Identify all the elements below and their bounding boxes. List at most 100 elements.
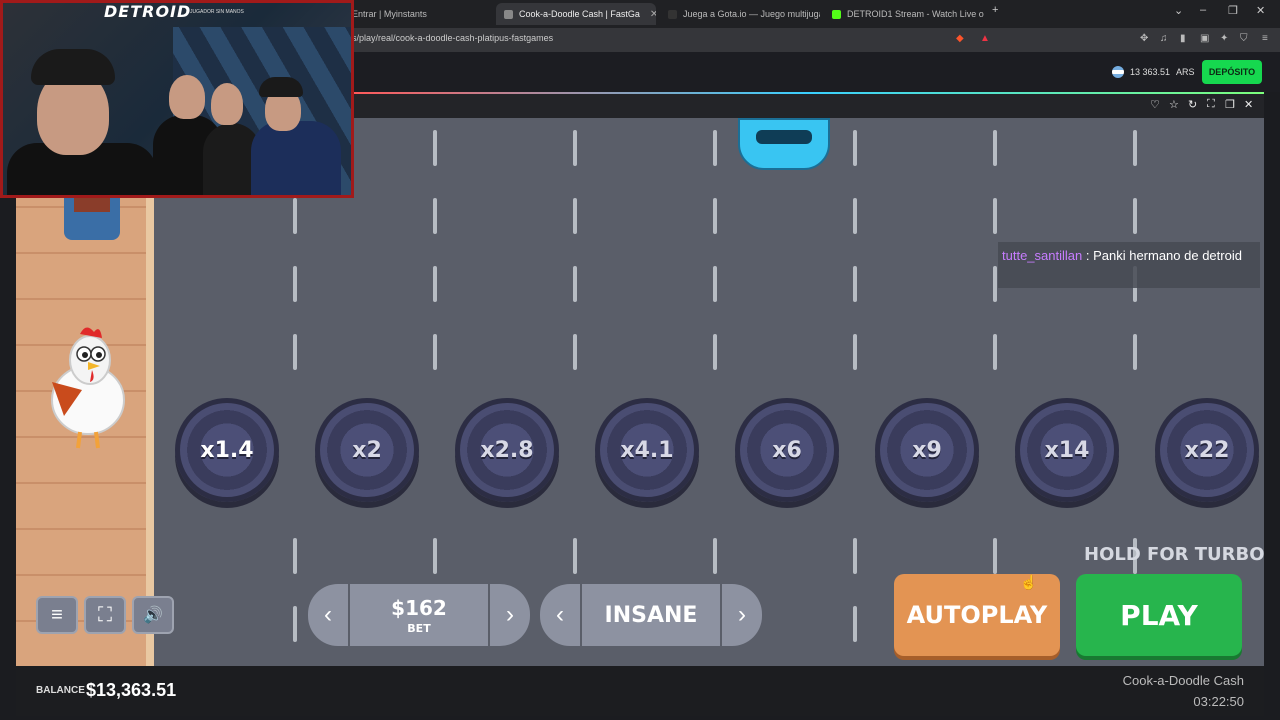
lane-dash bbox=[713, 266, 717, 302]
tab-kick[interactable]: DETROID1 Stream - Watch Live on Ki bbox=[824, 3, 984, 25]
star-icon[interactable]: ☆ bbox=[1169, 98, 1179, 111]
lane-dash bbox=[293, 334, 297, 370]
header-balance[interactable]: 13 363.51 ARS bbox=[1112, 66, 1195, 78]
lane-dash bbox=[293, 606, 297, 642]
sound-button[interactable]: 🔊 bbox=[132, 596, 174, 634]
manhole-multiplier: x6 bbox=[735, 398, 839, 502]
bet-label: BET bbox=[407, 621, 431, 635]
lane-dash bbox=[433, 334, 437, 370]
url-text[interactable]: s/play/real/cook-a-doodle-cash-platipus-… bbox=[352, 33, 553, 43]
lane-dash bbox=[993, 334, 997, 370]
chicken-sprite bbox=[51, 327, 125, 449]
lane-dash bbox=[573, 334, 577, 370]
car-sprite bbox=[738, 118, 830, 170]
favorite-heart-icon[interactable]: ♡ bbox=[1150, 98, 1160, 111]
lane-dash bbox=[433, 538, 437, 574]
vpn-icon[interactable]: ⛉ bbox=[1240, 33, 1248, 44]
sidebar-icon[interactable]: ▮ bbox=[1180, 33, 1186, 44]
person-face bbox=[211, 83, 243, 125]
brave-shield-icon[interactable]: ◆ bbox=[956, 33, 964, 44]
lane-dash bbox=[433, 198, 437, 234]
fullscreen-button[interactable]: ⛶ bbox=[84, 596, 126, 634]
lane-dash bbox=[993, 538, 997, 574]
lane-dash bbox=[993, 198, 997, 234]
close-window-icon[interactable]: ✕ bbox=[1256, 4, 1265, 17]
popout-icon[interactable]: ❐ bbox=[1225, 98, 1235, 111]
hold-for-turbo-hint: HOLD FOR TURBO bbox=[1084, 544, 1265, 565]
person-body bbox=[251, 121, 341, 195]
manhole-multiplier: x22 bbox=[1155, 398, 1259, 502]
tab-gota[interactable]: Juega a Gota.io — Juego multijugad bbox=[660, 3, 820, 25]
menu-button[interactable]: ≡ bbox=[36, 596, 78, 634]
balance-value: $13,363.51 bbox=[86, 680, 177, 700]
person-cap bbox=[259, 77, 303, 97]
play-button[interactable]: PLAY bbox=[1076, 574, 1242, 656]
multiplier-label: x1.4 bbox=[200, 437, 254, 463]
fullscreen-icon[interactable]: ⛶ bbox=[1207, 98, 1215, 111]
game-footer bbox=[16, 666, 1264, 716]
close-tab-icon[interactable]: ✕ bbox=[650, 9, 656, 20]
close-game-icon[interactable]: ✕ bbox=[1244, 98, 1253, 111]
header-balance-value: 13 363.51 bbox=[1130, 67, 1171, 77]
manhole-multiplier: x1.4 bbox=[175, 398, 279, 502]
tab-favicon-icon bbox=[504, 9, 513, 19]
lane-dash bbox=[853, 538, 857, 574]
mouse-cursor-icon: ☝ bbox=[1020, 574, 1038, 590]
rewards-icon[interactable]: ▲ bbox=[980, 33, 990, 44]
lane-dash bbox=[433, 130, 437, 166]
lane-dash bbox=[853, 334, 857, 370]
lane-dash bbox=[573, 130, 577, 166]
tab-favicon-icon bbox=[668, 9, 677, 19]
manhole-multiplier: x2.8 bbox=[455, 398, 559, 502]
multiplier-label: x2.8 bbox=[480, 437, 534, 463]
minimize-icon[interactable]: – bbox=[1200, 4, 1206, 16]
person-cap bbox=[31, 49, 115, 85]
extensions-icon[interactable]: ✥ bbox=[1140, 33, 1148, 44]
storefront-decoration bbox=[64, 196, 120, 240]
deposit-button[interactable]: DEPÓSITO bbox=[1202, 60, 1262, 84]
lane-dash bbox=[293, 198, 297, 234]
lane-dash bbox=[1133, 130, 1137, 166]
lane-dash bbox=[853, 130, 857, 166]
lane-dash bbox=[993, 130, 997, 166]
balance-label: BALANCE bbox=[36, 685, 85, 696]
chat-text: Panki hermano de detroid bbox=[1093, 248, 1242, 263]
multiplier-label: x22 bbox=[1184, 437, 1230, 463]
multiplier-label: x4.1 bbox=[620, 437, 674, 463]
reload-icon[interactable]: ↻ bbox=[1188, 98, 1197, 111]
chat-separator: : bbox=[1082, 248, 1094, 263]
manhole-multiplier: x4.1 bbox=[595, 398, 699, 502]
difficulty-value: INSANE bbox=[604, 602, 698, 628]
tab-myinstants[interactable]: Entrar | Myinstants bbox=[344, 3, 494, 25]
wallet-icon[interactable]: ▣ bbox=[1200, 33, 1209, 44]
webcam-title: DETROID bbox=[104, 2, 192, 21]
multiplier-label: x2 bbox=[352, 437, 382, 463]
lane-dash bbox=[713, 538, 717, 574]
lane-dash bbox=[853, 606, 857, 642]
lane-dash bbox=[1133, 334, 1137, 370]
music-icon[interactable]: ♫ bbox=[1160, 33, 1168, 44]
lane-dash bbox=[433, 266, 437, 302]
header-currency: ARS bbox=[1176, 67, 1195, 77]
tab-search-icon[interactable]: ⌄ bbox=[1174, 4, 1183, 17]
menu-icon[interactable]: ≡ bbox=[1262, 33, 1268, 44]
tab-cook-a-doodle[interactable]: Cook-a-Doodle Cash | FastGa ✕ bbox=[496, 3, 656, 25]
tab-favicon-icon bbox=[832, 9, 841, 19]
lane-dash bbox=[293, 538, 297, 574]
game-title: Cook-a-Doodle Cash bbox=[1122, 673, 1244, 688]
lane-dash bbox=[293, 266, 297, 302]
streamer-webcam bbox=[0, 0, 354, 198]
stream-chat-message: tutte_santillan : Panki hermano de detro… bbox=[998, 242, 1260, 288]
leo-icon[interactable]: ✦ bbox=[1220, 33, 1228, 44]
lane-dash bbox=[1133, 198, 1137, 234]
maximize-icon[interactable]: ❐ bbox=[1228, 4, 1238, 17]
new-tab-button[interactable]: + bbox=[992, 4, 998, 16]
lane-dash bbox=[573, 198, 577, 234]
person-face bbox=[169, 75, 205, 119]
lane-dash bbox=[993, 266, 997, 302]
webcam-subtitle: JUGADOR SIN MANOS bbox=[190, 9, 244, 15]
clock: 03:22:50 bbox=[1193, 694, 1244, 709]
lane-dash bbox=[573, 266, 577, 302]
game-toolbar bbox=[352, 94, 1264, 118]
multiplier-label: x9 bbox=[912, 437, 942, 463]
